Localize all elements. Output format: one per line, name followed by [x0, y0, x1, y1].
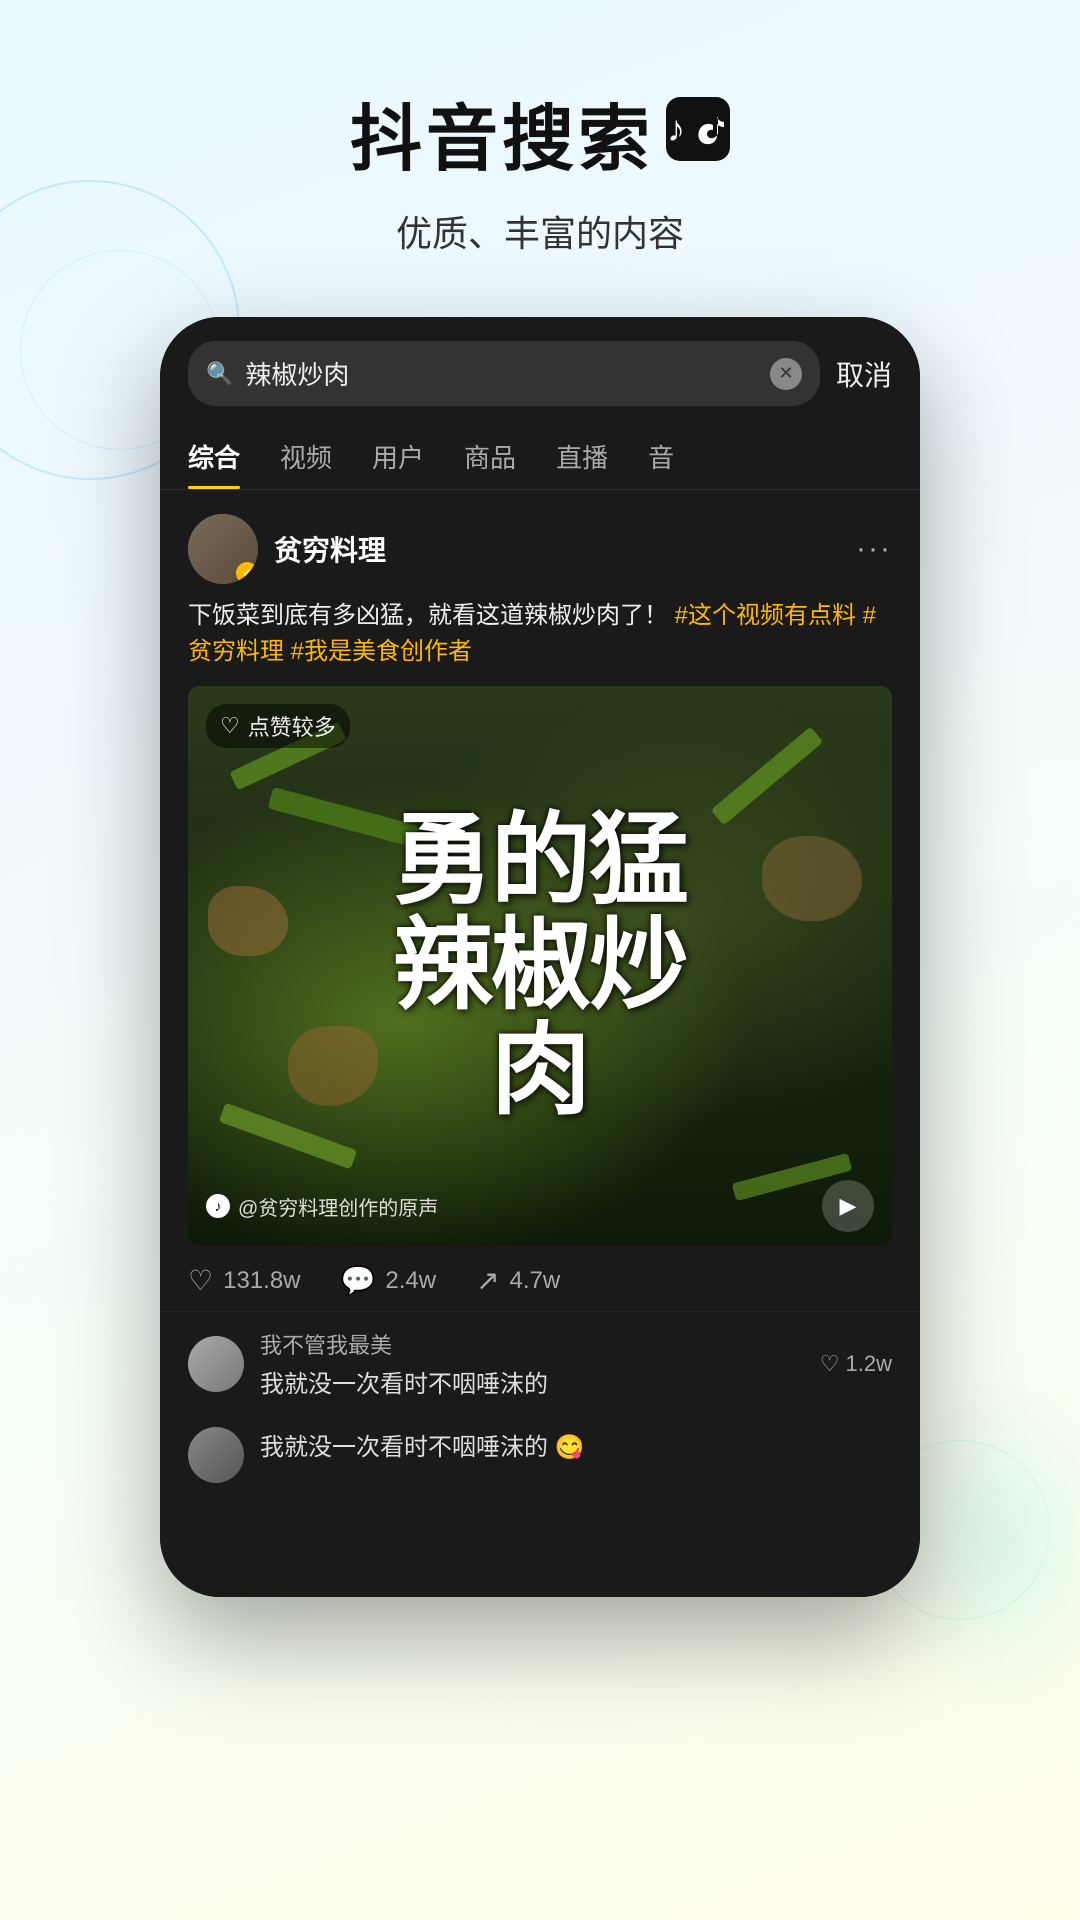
- app-title-text: 抖音搜索: [350, 80, 654, 185]
- video-popular-badge: ♡ 点赞较多: [206, 704, 350, 748]
- share-icon: ↗: [476, 1264, 499, 1297]
- like-icon: ♡: [188, 1264, 213, 1297]
- comment-like-count: 1.2w: [846, 1351, 892, 1377]
- tab-audio[interactable]: 音: [648, 422, 674, 489]
- video-title-overlay: 勇的猛辣椒炒肉: [223, 809, 857, 1124]
- badge-heart-icon: ♡: [220, 713, 240, 739]
- post-author-row: ✓ 贫穷料理 ···: [188, 514, 892, 584]
- hashtag-3[interactable]: #我是美食创作者: [291, 638, 472, 665]
- video-bottom-bar: ♪ @贫穷料理创作的原声 ▶: [206, 1180, 874, 1232]
- author-name[interactable]: 贫穷料理: [274, 529, 386, 569]
- tiktok-note-icon: ♪: [206, 1194, 230, 1218]
- tab-video[interactable]: 视频: [280, 422, 332, 489]
- comment-action[interactable]: 💬 2.4w: [341, 1264, 437, 1297]
- comment-row-partial: 我就没一次看时不咽唾沫的 😋: [160, 1415, 920, 1483]
- header-subtitle: 优质、丰富的内容: [0, 205, 1080, 257]
- phone-mockup-wrapper: 🔍 辣椒炒肉 ✕ 取消 综合 视频 用户 商品: [0, 317, 1080, 1597]
- comment-row: 我不管我最美 我就没一次看时不咽唾沫的 ♡ 1.2w: [160, 1311, 920, 1415]
- tab-comprehensive[interactable]: 综合: [188, 422, 240, 489]
- more-options-icon[interactable]: ···: [856, 532, 892, 566]
- like-action[interactable]: ♡ 131.8w: [188, 1264, 301, 1297]
- search-content: ✓ 贫穷料理 ··· 下饭菜到底有多凶猛，就看这道辣椒炒肉了！ #这个视频有点料…: [160, 490, 920, 1597]
- search-icon: 🔍: [206, 361, 233, 387]
- cancel-button[interactable]: 取消: [836, 354, 892, 394]
- comment-count: 2.4w: [385, 1267, 436, 1295]
- commenter-avatar-2: [188, 1427, 244, 1483]
- like-count: 131.8w: [223, 1267, 300, 1295]
- phone-mockup: 🔍 辣椒炒肉 ✕ 取消 综合 视频 用户 商品: [160, 317, 920, 1597]
- hashtag-1[interactable]: #这个视频有点料: [675, 602, 856, 629]
- video-sound-info: ♪ @贫穷料理创作的原声: [206, 1192, 438, 1221]
- search-clear-button[interactable]: ✕: [770, 358, 802, 390]
- comment-likes[interactable]: ♡ 1.2w: [820, 1351, 892, 1377]
- tab-live[interactable]: 直播: [556, 422, 608, 489]
- partial-comment-text: 我就没一次看时不咽唾沫的 😋: [260, 1427, 892, 1462]
- author-avatar: ✓: [188, 514, 258, 584]
- commenter-name[interactable]: 我不管我最美: [260, 1328, 804, 1360]
- tab-user[interactable]: 用户: [372, 422, 424, 489]
- verified-badge: ✓: [236, 562, 258, 584]
- video-title-text: 勇的猛辣椒炒肉: [223, 809, 857, 1124]
- author-info: ✓ 贫穷料理: [188, 514, 386, 584]
- badge-label: 点赞较多: [248, 710, 336, 742]
- app-title: 抖音搜索: [0, 80, 1080, 185]
- video-thumbnail[interactable]: ♡ 点赞较多 勇的猛辣椒炒肉 ♪: [188, 686, 892, 1246]
- phone-screen: 🔍 辣椒炒肉 ✕ 取消 综合 视频 用户 商品: [160, 317, 920, 1597]
- partial-comment-content: 我就没一次看时不咽唾沫的 😋: [260, 1427, 892, 1462]
- commenter-avatar: [188, 1336, 244, 1392]
- share-action[interactable]: ↗ 4.7w: [476, 1264, 560, 1297]
- search-tabs: 综合 视频 用户 商品 直播 音: [160, 422, 920, 490]
- comment-content: 我不管我最美 我就没一次看时不咽唾沫的: [260, 1328, 804, 1399]
- play-button[interactable]: ▶: [822, 1180, 874, 1232]
- comment-icon: 💬: [341, 1264, 376, 1297]
- header: 抖音搜索 优质、丰富的内容: [0, 0, 1080, 257]
- post-text-main: 下饭菜到底有多凶猛，就看这道辣椒炒肉了！: [188, 602, 668, 629]
- share-count: 4.7w: [510, 1267, 561, 1295]
- post-text: 下饭菜到底有多凶猛，就看这道辣椒炒肉了！ #这个视频有点料 #贫穷料理 #我是美…: [188, 598, 892, 670]
- search-input-wrap[interactable]: 🔍 辣椒炒肉 ✕: [188, 341, 820, 406]
- post-actions: ♡ 131.8w 💬 2.4w ↗ 4.7w: [188, 1246, 892, 1311]
- comment-text: 我就没一次看时不咽唾沫的: [260, 1364, 804, 1399]
- search-query: 辣椒炒肉: [245, 355, 758, 392]
- tiktok-logo-icon: [666, 97, 730, 161]
- sound-label: @贫穷料理创作的原声: [238, 1192, 438, 1221]
- post-card: ✓ 贫穷料理 ··· 下饭菜到底有多凶猛，就看这道辣椒炒肉了！ #这个视频有点料…: [160, 490, 920, 1311]
- search-bar: 🔍 辣椒炒肉 ✕ 取消: [160, 317, 920, 422]
- tab-product[interactable]: 商品: [464, 422, 516, 489]
- comment-like-icon: ♡: [820, 1351, 840, 1377]
